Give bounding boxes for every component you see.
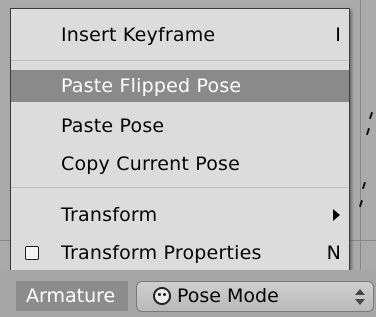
curve-dash <box>361 181 367 190</box>
menu-item-transform-properties[interactable]: Transform Properties N <box>11 237 349 269</box>
menu-item-paste-pose[interactable]: Paste Pose <box>11 110 349 142</box>
menu-item-shortcut: N <box>326 242 341 264</box>
submenu-arrow-icon <box>333 209 340 221</box>
mode-select-value: Pose Mode <box>177 285 279 307</box>
menu-separator <box>11 60 349 61</box>
armature-menu-button[interactable]: Armature <box>16 281 128 311</box>
checkbox-icon[interactable] <box>25 246 39 260</box>
curve-dash <box>365 127 371 136</box>
menu-item-label: Copy Current Pose <box>61 153 241 175</box>
header-bar: Armature Pose Mode <box>0 270 376 317</box>
grid-line <box>360 0 361 270</box>
menu-item-shortcut: I <box>335 24 341 46</box>
curve-dash <box>368 111 374 120</box>
menu-item-transform[interactable]: Transform <box>11 199 349 231</box>
up-down-arrows-icon <box>355 288 365 306</box>
mode-select[interactable]: Pose Mode <box>136 281 374 312</box>
menu-item-label: Paste Flipped Pose <box>61 75 242 97</box>
menu-item-paste-flipped-pose[interactable]: Paste Flipped Pose <box>11 70 349 102</box>
menu-item-label: Paste Pose <box>61 115 165 137</box>
menu-item-label: Transform Properties <box>61 242 262 264</box>
pose-menu-popup: Insert Keyframe I Paste Flipped Pose Pas… <box>10 8 350 274</box>
menu-item-label: Insert Keyframe <box>61 24 216 46</box>
menu-item-copy-current-pose[interactable]: Copy Current Pose <box>11 148 349 180</box>
menu-item-insert-keyframe[interactable]: Insert Keyframe I <box>11 19 349 51</box>
pose-mode-icon <box>153 287 171 305</box>
menu-item-label: Transform <box>61 204 158 226</box>
menu-separator <box>11 187 349 188</box>
curve-dash <box>358 199 364 208</box>
